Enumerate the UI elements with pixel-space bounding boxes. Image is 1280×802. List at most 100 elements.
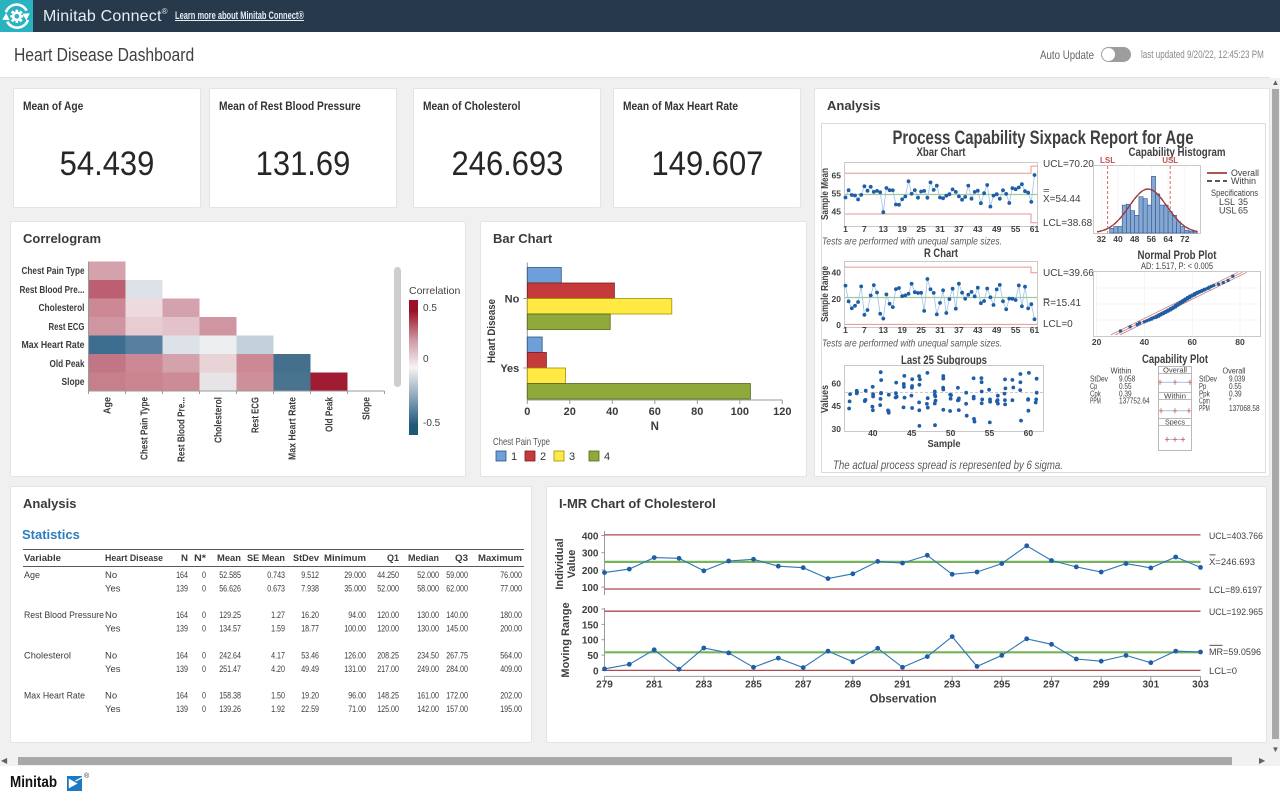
svg-text:0: 0	[202, 570, 206, 581]
svg-text:Value: Value	[566, 550, 578, 579]
svg-text:0: 0	[202, 584, 206, 595]
svg-text:Heart Disease: Heart Disease	[105, 553, 163, 564]
svg-text:40: 40	[868, 428, 878, 438]
svg-text:No: No	[105, 691, 117, 702]
svg-text:289: 289	[844, 679, 861, 690]
svg-text:3: 3	[569, 451, 575, 463]
svg-text:164: 164	[176, 570, 188, 581]
svg-text:LCL=89.6197: LCL=89.6197	[1209, 585, 1262, 596]
svg-text:7.938: 7.938	[301, 584, 319, 595]
svg-text:Cholesterol: Cholesterol	[24, 651, 71, 662]
svg-text:45: 45	[832, 207, 842, 217]
svg-text:USL: USL	[1219, 206, 1237, 216]
svg-text:158.38: 158.38	[219, 691, 241, 702]
svg-text:249.00: 249.00	[417, 664, 439, 675]
svg-text:Variable: Variable	[24, 553, 61, 564]
svg-text:0: 0	[202, 610, 206, 621]
svg-text:60: 60	[649, 406, 661, 418]
svg-text:60: 60	[832, 379, 842, 389]
svg-text:0: 0	[202, 624, 206, 635]
svg-text:40: 40	[832, 267, 842, 277]
svg-text:32: 32	[1097, 234, 1107, 244]
svg-text:52.000: 52.000	[377, 584, 399, 595]
svg-text:31: 31	[935, 224, 945, 234]
svg-text:22.59: 22.59	[301, 704, 319, 715]
svg-text:43: 43	[973, 325, 983, 335]
svg-text:Yes: Yes	[500, 363, 519, 375]
svg-text:564.00: 564.00	[500, 651, 522, 662]
svg-text:2: 2	[540, 451, 546, 463]
svg-text:409.00: 409.00	[500, 664, 522, 675]
svg-text:MR=59.0596: MR=59.0596	[1209, 647, 1261, 658]
svg-text:100: 100	[731, 406, 749, 418]
svg-text:139: 139	[176, 584, 188, 595]
svg-text:130.00: 130.00	[417, 610, 439, 621]
svg-text:100: 100	[582, 636, 599, 647]
svg-text:Sample: Sample	[928, 439, 961, 450]
svg-text:131.00: 131.00	[344, 664, 366, 675]
svg-text:43: 43	[973, 224, 983, 234]
svg-text:125.00: 125.00	[377, 704, 399, 715]
svg-text:LCL=38.68: LCL=38.68	[1043, 218, 1093, 229]
svg-text:145.00: 145.00	[446, 624, 468, 635]
svg-text:Sample Mean: Sample Mean	[820, 168, 831, 220]
svg-text:200: 200	[582, 566, 599, 577]
svg-text:55: 55	[1011, 325, 1021, 335]
svg-text:18.77: 18.77	[301, 624, 319, 635]
svg-text:Rest ECG: Rest ECG	[251, 397, 262, 433]
svg-text:The actual process spread is r: The actual process spread is represented…	[833, 458, 1063, 472]
svg-text:129.25: 129.25	[219, 610, 241, 621]
svg-text:Heart Disease: Heart Disease	[486, 299, 498, 363]
svg-text:1: 1	[843, 325, 848, 335]
svg-text:1: 1	[511, 451, 517, 463]
svg-text:PPM: PPM	[1199, 404, 1210, 413]
svg-text:Q3: Q3	[455, 553, 468, 564]
svg-text:37: 37	[954, 325, 964, 335]
svg-text:40: 40	[1140, 337, 1150, 347]
svg-text:Max Heart Rate: Max Heart Rate	[22, 340, 85, 351]
svg-text:1.50: 1.50	[271, 691, 285, 702]
svg-text:150: 150	[582, 620, 599, 631]
svg-text:Rest ECG: Rest ECG	[49, 322, 85, 333]
svg-text:76.000: 76.000	[500, 570, 522, 581]
svg-text:65: 65	[1238, 206, 1248, 216]
svg-text:180.00: 180.00	[500, 610, 522, 621]
svg-text:1.92: 1.92	[271, 704, 285, 715]
svg-text:291: 291	[894, 679, 911, 690]
svg-text:40: 40	[1113, 234, 1123, 244]
svg-text:58.000: 58.000	[417, 584, 439, 595]
svg-text:139: 139	[176, 704, 188, 715]
svg-text:242.64: 242.64	[219, 651, 241, 662]
svg-text:157.00: 157.00	[446, 704, 468, 715]
svg-text:30: 30	[832, 424, 842, 434]
svg-text:164: 164	[176, 610, 188, 621]
svg-text:Cholesterol: Cholesterol	[39, 303, 85, 314]
svg-text:1.59: 1.59	[271, 624, 285, 635]
svg-text:285: 285	[745, 679, 762, 690]
svg-text:52.585: 52.585	[219, 570, 241, 581]
svg-text:62.000: 62.000	[446, 584, 468, 595]
svg-text:PPM: PPM	[1090, 397, 1101, 406]
svg-text:UCL=403.766: UCL=403.766	[1209, 531, 1263, 542]
svg-text:Old Peak: Old Peak	[50, 359, 85, 370]
svg-text:Chest Pain Type: Chest Pain Type	[140, 397, 151, 460]
svg-text:Age: Age	[103, 397, 114, 414]
svg-text:LCL=0: LCL=0	[1043, 319, 1073, 330]
svg-text:279: 279	[596, 679, 613, 690]
svg-text:Age: Age	[24, 570, 40, 581]
svg-text:50: 50	[946, 428, 956, 438]
svg-text:139.26: 139.26	[219, 704, 241, 715]
svg-text:1: 1	[843, 224, 848, 234]
svg-text:400: 400	[582, 532, 599, 543]
svg-text:80: 80	[691, 406, 703, 418]
svg-text:283: 283	[695, 679, 712, 690]
svg-text:4: 4	[604, 451, 610, 463]
svg-text:53.46: 53.46	[301, 651, 319, 662]
svg-text:Xbar Chart: Xbar Chart	[917, 147, 966, 159]
svg-text:301: 301	[1142, 679, 1159, 690]
svg-text:142.00: 142.00	[417, 704, 439, 715]
svg-text:Chest Pain Type: Chest Pain Type	[22, 266, 85, 277]
svg-text:164: 164	[176, 691, 188, 702]
svg-text:172.00: 172.00	[446, 691, 468, 702]
svg-text:134.57: 134.57	[219, 624, 241, 635]
